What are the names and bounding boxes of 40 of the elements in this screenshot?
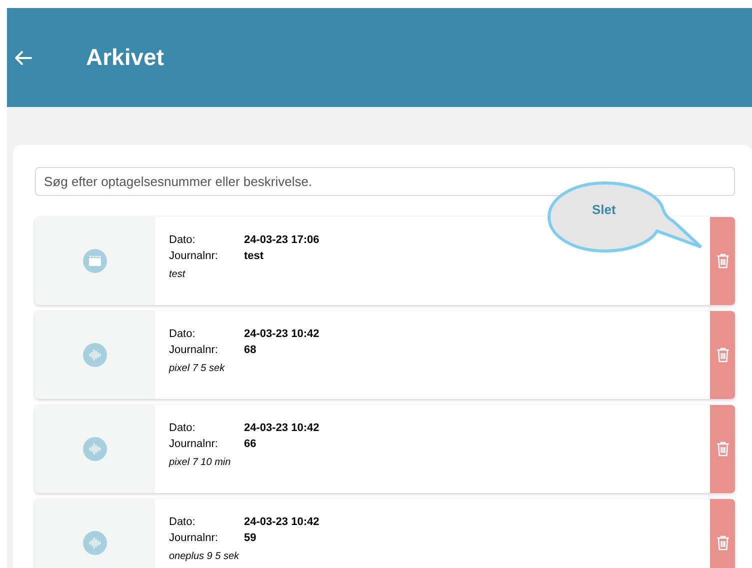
date-value: 24-03-23 10:42 bbox=[244, 421, 320, 435]
date-value: 24-03-23 10:42 bbox=[244, 327, 320, 341]
description-text: pixel 7 5 sek bbox=[169, 363, 226, 375]
page-title: Arkivet bbox=[86, 43, 164, 72]
delete-button[interactable] bbox=[710, 217, 735, 305]
search-field[interactable]: Søg efter optagelsesnummer eller beskrivelse. bbox=[35, 167, 735, 196]
field-label: Journalnr: bbox=[169, 343, 219, 357]
trash-icon bbox=[716, 347, 730, 363]
recording-row[interactable]: Dato: 24-03-23 10:42 Journalnr: 68 pixel 7 5 sek bbox=[35, 311, 735, 399]
date-value: 24-03-23 17:06 bbox=[244, 233, 320, 247]
recording-row[interactable]: Dato: 24-03-23 17:06 Journalnr: test test bbox=[35, 217, 735, 305]
back-arrow-icon bbox=[14, 50, 32, 66]
field-label: Dato: bbox=[169, 233, 196, 247]
delete-button[interactable] bbox=[710, 311, 735, 399]
delete-button[interactable] bbox=[710, 405, 735, 493]
sound-wave-icon bbox=[83, 531, 107, 555]
journal-value: 59 bbox=[244, 531, 256, 545]
description-text: test bbox=[169, 269, 186, 281]
description-text: oneplus 9 5 sek bbox=[169, 551, 240, 563]
recording-row[interactable]: Dato: 24-03-23 10:42 Journalnr: 59 oneplus 9 5 sek bbox=[35, 499, 735, 568]
trash-icon bbox=[716, 535, 730, 551]
field-label: Dato: bbox=[169, 327, 196, 341]
field-label: Journalnr: bbox=[169, 249, 219, 263]
field-label: Journalnr: bbox=[169, 531, 219, 545]
clapperboard-icon bbox=[83, 249, 107, 273]
tooltip-text: Slet bbox=[592, 201, 616, 219]
recording-row[interactable]: Dato: 24-03-23 10:42 Journalnr: 66 pixel 7 10 min bbox=[35, 405, 735, 493]
trash-icon bbox=[716, 441, 730, 457]
field-label: Dato: bbox=[169, 515, 196, 529]
date-value: 24-03-23 10:42 bbox=[244, 515, 320, 529]
description-text: pixel 7 10 min bbox=[169, 457, 232, 469]
trash-icon bbox=[716, 253, 730, 269]
sound-wave-icon bbox=[83, 343, 107, 367]
field-label: Dato: bbox=[169, 421, 196, 435]
field-label: Journalnr: bbox=[169, 437, 219, 451]
sound-wave-icon bbox=[83, 437, 107, 461]
delete-button[interactable] bbox=[710, 499, 735, 568]
journal-value: 68 bbox=[244, 343, 256, 357]
journal-value: 66 bbox=[244, 437, 256, 451]
journal-value: test bbox=[244, 249, 264, 263]
